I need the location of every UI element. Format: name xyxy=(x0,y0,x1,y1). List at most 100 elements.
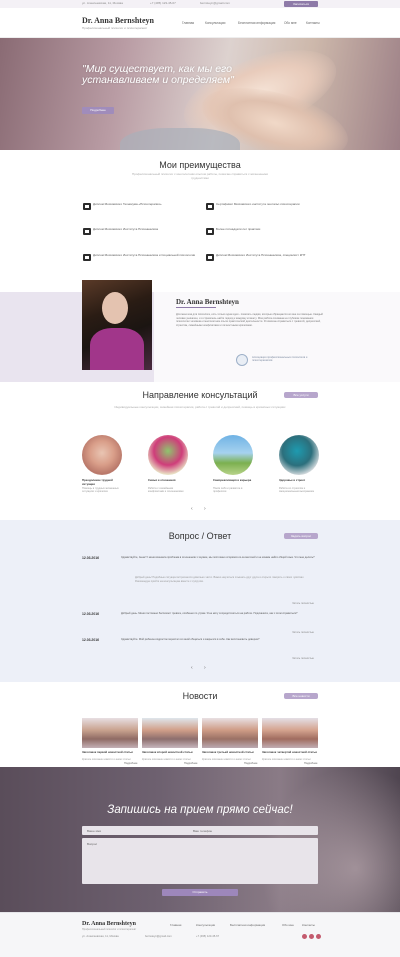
consult-title: Направление консультаций xyxy=(142,390,258,400)
question-text: Здравствуйте, Анна! У меня возникла проб… xyxy=(121,556,315,559)
nav-home[interactable]: Главная xyxy=(182,21,194,25)
logo-name[interactable]: Dr. Anna Bernshteyn xyxy=(82,16,154,25)
social-instagram-icon[interactable] xyxy=(316,934,321,939)
send-button[interactable]: Отправить xyxy=(162,889,238,896)
logo-subtitle: Профессиональный психолог и психотерапев… xyxy=(82,26,148,30)
footer-nav-contacts[interactable]: Контакты xyxy=(302,923,315,927)
news-item-title[interactable]: Заголовок второй новостной статьи xyxy=(142,750,198,755)
association-seal-icon xyxy=(236,354,248,366)
footer-address: ул. Алексеевская, 11, Москва xyxy=(82,935,119,938)
diploma-icon xyxy=(83,254,91,261)
faq-title: Вопрос / Ответ xyxy=(168,531,232,541)
footer-nav-consultations[interactable]: Консультации xyxy=(196,923,215,927)
consult-item-title[interactable]: Семья и отношения xyxy=(148,478,190,483)
top-phone[interactable]: +7 (495) 123-45-67 xyxy=(150,1,176,5)
consult-all-button[interactable]: Все услуги xyxy=(284,392,318,398)
ask-question-button[interactable]: Задать вопрос xyxy=(284,533,318,539)
faq-section xyxy=(0,520,400,682)
footer-logo-name[interactable]: Dr. Anna Bernshteyn xyxy=(82,921,136,927)
advantage-item: Более пятнадцати лет практики xyxy=(206,227,326,235)
consult-item-title[interactable]: Преодоление трудной ситуации xyxy=(82,478,124,486)
consult-item-text: Поиск себя и развитие в профессии xyxy=(213,487,243,494)
diploma-icon xyxy=(206,254,214,261)
footer-nav-free-info[interactable]: Бесплатная информация xyxy=(230,923,265,927)
doctor-photo xyxy=(82,280,152,370)
consult-item-title[interactable]: Здоровье и стресс xyxy=(279,478,321,483)
all-news-button[interactable]: Все новости xyxy=(284,693,318,699)
booking-title: Запишись на прием прямо сейчас! xyxy=(107,804,293,816)
footer-phone[interactable]: +7 (495) 123-45-67 xyxy=(196,935,219,938)
footer-nav-home[interactable]: Главная xyxy=(170,923,181,927)
consult-item-title[interactable]: Самореализация и карьера xyxy=(213,478,255,483)
question-date: 12.03.2016 xyxy=(82,556,99,560)
news-image[interactable] xyxy=(82,718,138,748)
consult-image[interactable] xyxy=(82,435,122,475)
consult-subtitle: Индивидуальные консультации, семейная пс… xyxy=(114,405,286,409)
phone-input[interactable]: Ваш телефон xyxy=(188,826,318,835)
social-vk-icon[interactable] xyxy=(302,934,307,939)
hero-quote: "Мир существует, как мы его устанавливае… xyxy=(82,63,234,86)
news-more-link[interactable]: Подробнее xyxy=(304,762,317,765)
top-email[interactable]: bernsteyn@gmail.com xyxy=(200,1,230,5)
news-item-text: Краткое описание новости и анонс статьи xyxy=(82,758,131,761)
next-arrow-icon[interactable]: › xyxy=(204,506,206,512)
consult-image[interactable] xyxy=(213,435,253,475)
footer-email[interactable]: bernsteyn@gmail.com xyxy=(145,935,172,938)
prev-arrow-icon[interactable]: ‹ xyxy=(191,506,193,512)
footer-logo-subtitle: Профессиональный психолог и психотерапев… xyxy=(82,928,137,931)
news-more-link[interactable]: Подробнее xyxy=(184,762,197,765)
about-name: Dr. Anna Bernshteyn xyxy=(176,298,239,306)
news-image[interactable] xyxy=(202,718,258,748)
nav-contacts[interactable]: Контакты xyxy=(306,21,320,25)
news-item-title[interactable]: Заголовок четвертой новостной статьи xyxy=(262,750,318,755)
news-more-link[interactable]: Подробнее xyxy=(244,762,257,765)
news-item-title[interactable]: Заголовок третьей новостной статьи xyxy=(202,750,258,755)
news-item-text: Краткое описание новости и анонс статьи xyxy=(262,758,311,761)
advantage-item: Сертификат Московского института гешталь… xyxy=(206,202,326,210)
slider-dots[interactable] xyxy=(186,141,210,150)
question-textarea[interactable]: Вопрос xyxy=(82,838,318,884)
diploma-icon xyxy=(206,228,214,235)
consult-image[interactable] xyxy=(279,435,319,475)
read-more-link[interactable]: Читать полностью xyxy=(292,602,314,605)
advantage-item: Диплом Московского Института Психоанализ… xyxy=(83,227,203,235)
nav-about[interactable]: Обо мне xyxy=(284,21,297,25)
prev-arrow-icon[interactable]: ‹ xyxy=(191,665,193,671)
read-more-link[interactable]: Читать полностью xyxy=(292,631,314,634)
name-input[interactable]: Ваше имя xyxy=(82,826,196,835)
next-arrow-icon[interactable]: › xyxy=(204,665,206,671)
read-more-link[interactable]: Читать полностью xyxy=(292,657,314,660)
consult-item-text: Работа с семейными конфликтами и отношен… xyxy=(148,487,184,494)
advantage-item: Диплом Московского Техникума «Психотерап… xyxy=(83,202,203,210)
social-facebook-icon[interactable] xyxy=(309,934,314,939)
top-signup-button[interactable]: Записаться xyxy=(284,1,318,7)
top-strip: ул. Алексеевская, 11, Москва +7 (495) 12… xyxy=(0,0,400,8)
news-image[interactable] xyxy=(142,718,198,748)
hero-slider: "Мир существует, как мы его устанавливае… xyxy=(0,38,400,150)
answer-text: Добрый день! Подобные ситуации встречают… xyxy=(135,576,305,583)
consult-item-text: Работа со стрессом и эмоциональным выгор… xyxy=(279,487,315,494)
consult-item-text: Помощь в трудных жизненных ситуациях и к… xyxy=(82,487,119,494)
news-item-text: Краткое описание новости и анонс статьи xyxy=(142,758,191,761)
consult-image[interactable] xyxy=(148,435,188,475)
news-item-text: Краткое описание новости и анонс статьи xyxy=(202,758,251,761)
nav-free-info[interactable]: Бесплатная информация xyxy=(238,21,275,25)
top-address: ул. Алексеевская, 11, Москва xyxy=(82,1,123,5)
question-date: 12.03.2016 xyxy=(82,638,99,642)
diploma-icon xyxy=(206,203,214,210)
question-date: 12.03.2016 xyxy=(82,612,99,616)
about-divider xyxy=(176,307,216,308)
diploma-icon xyxy=(83,228,91,235)
news-more-link[interactable]: Подробнее xyxy=(124,762,137,765)
header: Dr. Anna Bernshteyn Профессиональный пси… xyxy=(0,8,400,38)
question-text: Добрый день. Меня постоянно беспокоит тр… xyxy=(121,612,298,615)
advantage-item: Диплом Московского Института Психоанализ… xyxy=(83,253,203,261)
nav-consultations[interactable]: Консультации xyxy=(205,21,225,25)
footer-nav-about[interactable]: Обо мне xyxy=(282,923,294,927)
news-image[interactable] xyxy=(262,718,318,748)
news-item-title[interactable]: Заголовок первой новостной статьи xyxy=(82,750,138,755)
diploma-icon xyxy=(83,203,91,210)
news-title: Новости xyxy=(182,691,218,701)
association-text: Ассоциация профессиональных психологов и… xyxy=(252,356,308,363)
hero-more-button[interactable]: Подробнее xyxy=(82,107,114,114)
